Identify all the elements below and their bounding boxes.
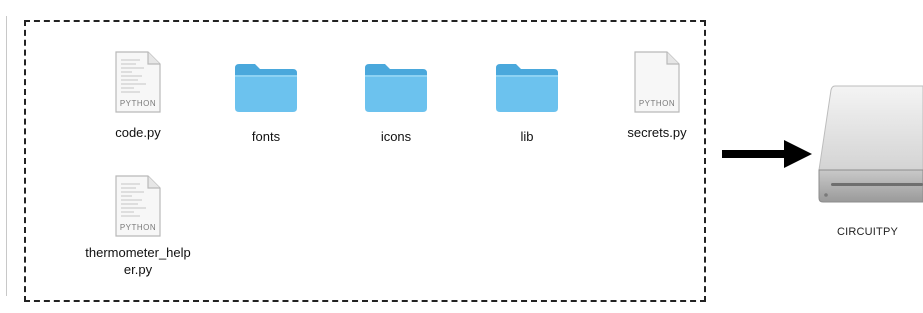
drive-item-circuitpy[interactable]: CIRCUITPY <box>812 82 923 238</box>
right-arrow-icon <box>722 140 812 168</box>
folder-icon <box>496 64 558 112</box>
folder-name: lib <box>520 129 534 144</box>
file-item-thermometer-helper-py[interactable]: PYTHON thermometer_help er.py <box>80 174 196 278</box>
folder-window: PYTHON code.py fonts icons lib PYTHON se… <box>24 20 706 302</box>
file-name-line-2: er.py <box>123 262 153 277</box>
file-name: secrets.py <box>627 125 687 140</box>
folder-icon <box>235 64 297 112</box>
file-badge: PYTHON <box>120 223 156 232</box>
file-badge: PYTHON <box>120 99 156 108</box>
file-name: thermometer_help er.py <box>80 244 196 278</box>
python-file-icon: PYTHON <box>115 51 161 113</box>
file-item-secrets-py[interactable]: PYTHON secrets.py <box>599 50 715 141</box>
folder-item-fonts[interactable]: fonts <box>208 60 324 145</box>
python-file-icon: PYTHON <box>115 175 161 237</box>
folder-name: icons <box>380 129 412 144</box>
file-badge: PYTHON <box>639 99 675 108</box>
file-name-line-1: thermometer_help <box>85 245 191 260</box>
python-file-icon: PYTHON <box>634 51 680 113</box>
folder-icon <box>365 64 427 112</box>
folder-item-lib[interactable]: lib <box>469 60 585 145</box>
file-name: code.py <box>115 125 161 140</box>
window-left-edge <box>6 16 7 296</box>
drive-name: CIRCUITPY <box>836 226 899 238</box>
folder-item-icons[interactable]: icons <box>338 60 454 145</box>
folder-name: fonts <box>251 129 281 144</box>
external-drive-icon <box>817 85 923 203</box>
file-item-code-py[interactable]: PYTHON code.py <box>80 50 196 141</box>
